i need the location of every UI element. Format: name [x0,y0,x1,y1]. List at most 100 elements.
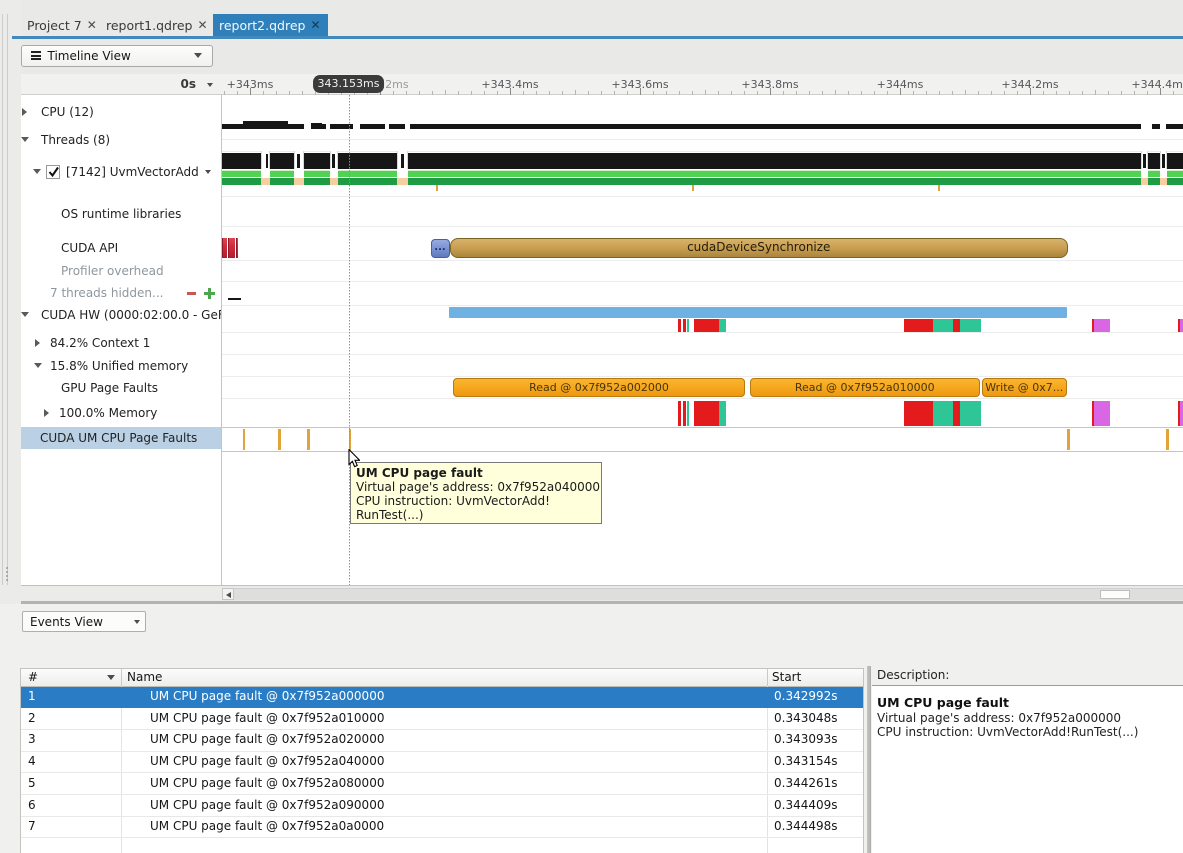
thread-usage-tan [261,178,270,185]
um-cpu-page-fault-tick[interactable] [1067,429,1070,450]
tree-row-gpu-page-faults[interactable]: GPU Page Faults [21,377,221,399]
tree-row-100-0-memory[interactable]: 100.0% Memory [21,402,221,424]
chevron-down-icon[interactable] [205,170,211,174]
tab-project-7[interactable]: Project 7✕ [27,14,97,36]
um-cpu-page-fault-tick[interactable] [1166,429,1169,450]
collapsed-range-chip[interactable]: ... [431,239,450,258]
event-row-4[interactable]: 4UM CPU page fault @ 0x7f952a0400000.343… [21,752,863,774]
tree-row-label: Profiler overhead [61,264,164,278]
description-panel: Description: UM CPU page fault Virtual p… [872,604,1183,853]
splitter-grip-dot [6,567,8,569]
tree-row-label: 7 threads hidden... [50,286,163,300]
expander-right-icon[interactable] [22,108,27,116]
os-runtime-tick [938,185,940,191]
kernel-execution-bar[interactable] [449,307,1067,319]
cuda-device-synchronize-bar[interactable]: cudaDeviceSynchronize [450,238,1068,258]
gpu-page-fault-bar[interactable]: Read @ 0x7f952a010000 [750,378,980,398]
expander-down-icon[interactable] [33,169,41,174]
expander-down-icon[interactable] [21,137,29,142]
column-header-start[interactable]: Start [772,670,801,684]
expander-down-icon[interactable] [34,363,42,368]
tree-row-label: 100.0% Memory [59,406,157,420]
description-body: UM CPU page fault Virtual page's address… [872,686,1183,853]
column-header-name[interactable]: Name [127,670,162,684]
thread-state-mark [1162,154,1165,168]
memory-transfer-block [719,401,726,426]
tree-row-cpu-12-[interactable]: CPU (12) [21,101,221,123]
tree-row-threads-8-[interactable]: Threads (8) [21,129,221,151]
arrow-left-icon [226,592,231,598]
tree-row-15-8-unified-memory[interactable]: 15.8% Unified memory [21,355,221,377]
expander-right-icon[interactable] [35,339,40,347]
event-row-6[interactable]: 6UM CPU page fault @ 0x7f952a0900000.344… [21,795,863,817]
um-cpu-page-fault-tick[interactable] [243,429,246,450]
event-index: 6 [28,798,36,812]
row-separator [222,354,1183,355]
vertical-splitter[interactable] [867,666,872,853]
chevron-down-icon [134,620,140,624]
close-icon[interactable]: ✕ [87,19,97,31]
tab-report2-qdrep[interactable]: report2.qdrep✕ [213,14,328,36]
event-row-2[interactable]: 2UM CPU page fault @ 0x7f952a0100000.343… [21,708,863,730]
tree-row-label: CUDA UM CPU Page Faults [40,431,197,445]
tab-report1-qdrep[interactable]: report1.qdrep✕ [106,14,208,36]
event-index: 2 [28,711,36,725]
ruler-time-label: +343ms [227,78,274,91]
thread-checkbox[interactable] [46,165,60,179]
gpu-page-fault-bar[interactable]: Read @ 0x7f952a002000 [453,378,745,398]
column-divider[interactable] [767,669,768,686]
event-detail-instruction: CPU instruction: UvmVectorAdd!RunTest(..… [877,725,1138,739]
close-icon[interactable]: ✕ [197,19,207,31]
expander-down-icon[interactable] [21,312,29,317]
column-divider[interactable] [121,669,122,686]
tree-row-os-runtime-libraries[interactable]: OS runtime libraries [21,203,221,225]
memory-transfer-block [904,401,933,426]
tree-row-label: GPU Page Faults [61,381,158,395]
um-cpu-page-fault-tick[interactable] [307,429,310,450]
event-row-3[interactable]: 3UM CPU page fault @ 0x7f952a0200000.343… [21,730,863,752]
event-name: UM CPU page fault @ 0x7f952a000000 [150,689,384,703]
timeline-view-selector[interactable]: Timeline View [21,45,213,67]
memory-transfer-block [933,401,953,426]
row-separator [222,226,1183,227]
scrollbar-thumb[interactable] [1100,590,1130,600]
memory-transfer-block [1094,319,1110,332]
event-row-5[interactable]: 5UM CPU page fault @ 0x7f952a0800000.344… [21,773,863,795]
scroll-left-button[interactable] [222,588,234,600]
tree-row-7-threads-hidden-[interactable]: 7 threads hidden... [21,282,221,304]
time-ruler[interactable]: +343ms+343.2ms+343.4ms+343.6ms+343.8ms+3… [222,74,1183,95]
tree-row-label: 15.8% Unified memory [50,359,188,373]
tree-row-label: [7142] UvmVectorAdd [66,165,199,179]
um-cpu-page-fault-tick[interactable] [278,429,281,450]
events-table-header[interactable]: # Name Start [21,669,863,687]
thread-usage-tan [397,178,408,185]
tooltip-line: RunTest(...) [356,508,601,522]
tree-row-84-2-context-1[interactable]: 84.2% Context 1 [21,332,221,354]
cpu-utilization-bump [311,123,322,129]
column-header-index[interactable]: # [28,670,38,684]
tree-row-cuda-api[interactable]: CUDA API [21,237,221,259]
close-icon[interactable]: ✕ [310,19,320,31]
timeline-horizontal-scrollbar[interactable] [222,588,1183,600]
row-separator [222,281,1183,282]
event-index: 7 [28,819,36,833]
expander-right-icon[interactable] [44,409,49,417]
memory-transfer-block [1094,401,1110,426]
row-separator [222,260,1183,261]
events-view-label: Events View [30,615,103,629]
event-index: 1 [28,689,36,703]
remove-thread-icon[interactable] [187,292,196,295]
event-row-1[interactable]: 1UM CPU page fault @ 0x7f952a0000000.342… [21,687,863,709]
tree-row-profiler-overhead[interactable]: Profiler overhead [21,260,221,282]
event-row-7[interactable]: 7UM CPU page fault @ 0x7f952a0a00000.344… [21,817,863,839]
ruler-time-label: +344ms [877,78,924,91]
events-view-selector[interactable]: Events View [22,611,146,632]
cpu-chart-gap [353,123,360,130]
events-section: Events View # Name Start 1 UM CPU page fa… [0,604,1183,853]
tree-row--7142-uvmvectoradd[interactable]: [7142] UvmVectorAdd [21,161,221,183]
tree-row-cuda-um-cpu-page-faults[interactable]: CUDA UM CPU Page Faults [21,427,221,449]
event-detail-address: Virtual page's address: 0x7f952a000000 [877,711,1121,725]
timeline-origin-label[interactable]: 0s [160,77,196,91]
tree-row-cuda-hw-0000-02-00-0-gef[interactable]: CUDA HW (0000:02:00.0 - GeF [21,304,221,326]
gpu-page-fault-bar[interactable]: Write @ 0x7... [982,378,1067,398]
